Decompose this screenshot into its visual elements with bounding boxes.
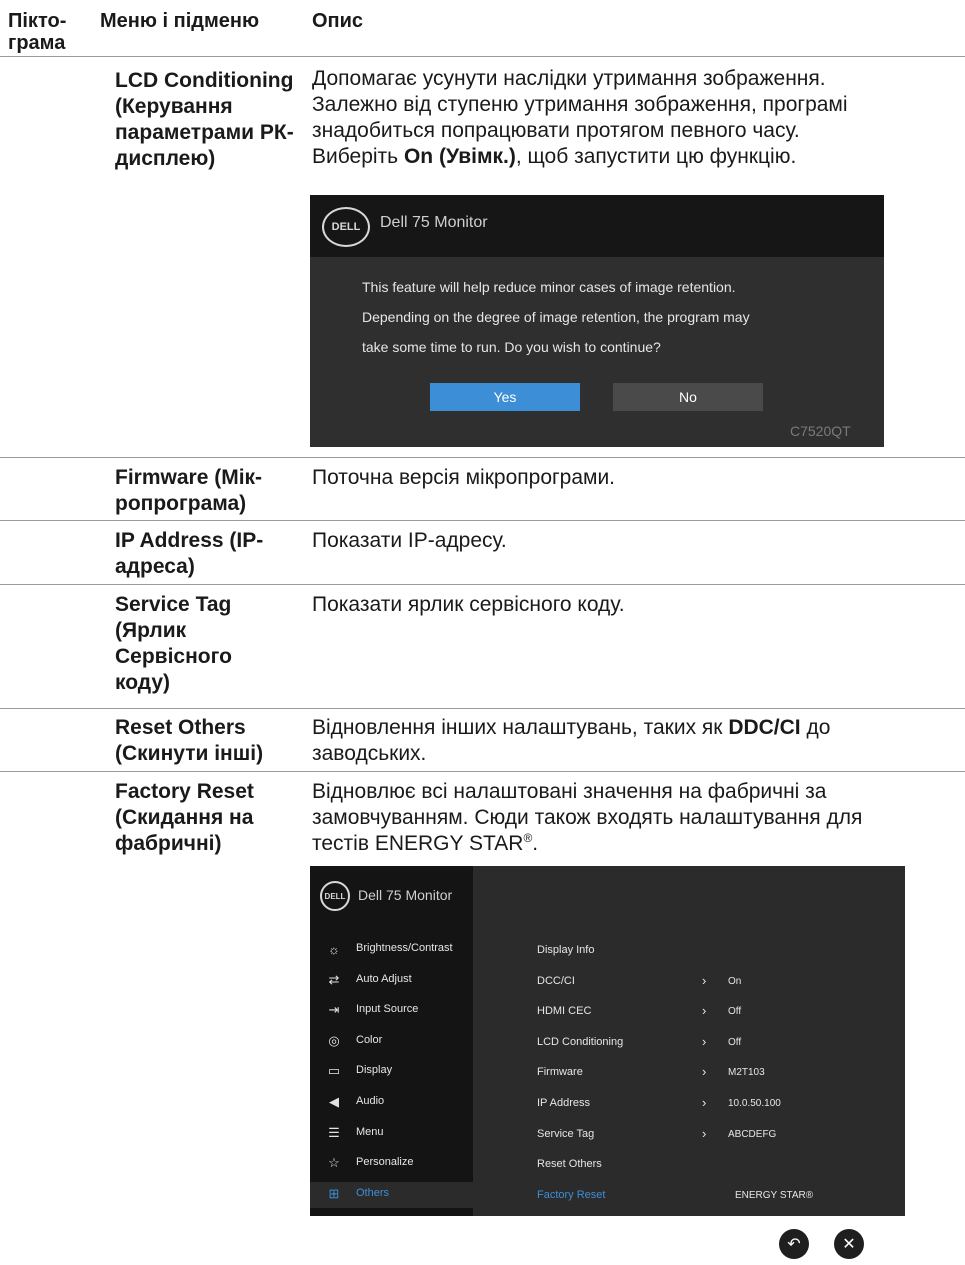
dell-logo: DELL xyxy=(320,881,350,911)
menu-firmware: Firmware (Мік-ропрограма) xyxy=(115,466,263,515)
osd-menu-screenshot: DELL Dell 75 Monitor ☼ Brightness/Contras… xyxy=(310,866,905,1216)
back-button[interactable]: ↶ xyxy=(779,1229,809,1259)
no-button[interactable]: No xyxy=(613,383,763,411)
osd-menu-label: Brightness/Contrast xyxy=(356,942,453,954)
row-divider xyxy=(0,708,965,709)
chevron-right-icon: › xyxy=(702,1095,707,1110)
osd-menu-item[interactable]: ⊞ Others xyxy=(310,1181,473,1208)
osd-menu-item[interactable]: ☆ Personalize xyxy=(310,1151,473,1177)
desc-lcd-conditioning: Допомагає усунути наслідки утримання зоб… xyxy=(312,67,848,168)
osd-submenu-item[interactable]: Firmware xyxy=(537,1066,583,1078)
osd-menu-item[interactable]: ▭ Display xyxy=(310,1059,473,1085)
osd-menu-item[interactable]: ☰ Menu xyxy=(310,1121,473,1147)
desc-reset-others: Відновлення інших налаштувань, таких як … xyxy=(312,716,831,765)
osd-submenu-item[interactable]: LCD Conditioning xyxy=(537,1036,623,1048)
osd-submenu-item[interactable]: HDMI CEC xyxy=(537,1005,591,1017)
col-header-icon: Пікто- грама xyxy=(8,10,67,54)
dialog-line-3: take some time to run. Do you wish to co… xyxy=(362,339,661,355)
desc-firmware: Поточна версія мікропрограми. xyxy=(312,466,616,489)
dialog-title: Dell 75 Monitor xyxy=(380,214,488,231)
chevron-right-icon: › xyxy=(702,1125,707,1141)
osd-submenu-value: Off xyxy=(728,1006,742,1018)
osd-menu-item[interactable]: ⇥ Input Source xyxy=(310,998,473,1024)
menu-factory-reset: Factory Reset (Скидання на фабричні) xyxy=(115,780,254,855)
desc-ip-address: Показати IP-адресу. xyxy=(312,529,507,552)
osd-submenu-item[interactable]: DCC/CI xyxy=(537,975,575,987)
yes-button[interactable]: Yes xyxy=(430,383,580,411)
dell-logo: DELL xyxy=(322,207,370,247)
chevron-right-icon: › xyxy=(702,1003,707,1019)
osd-submenu-value: Off xyxy=(728,1036,742,1048)
auto-adjust-icon: ⇄ xyxy=(328,971,340,987)
chevron-right-icon: › xyxy=(702,1033,707,1049)
chevron-right-icon: › xyxy=(702,972,707,988)
others-icon: ⊞ xyxy=(328,1185,340,1201)
personalize-icon: ☆ xyxy=(328,1155,340,1171)
osd-menu-label: Auto Adjust xyxy=(356,972,412,985)
menu-service-tag: Service Tag (Ярлик Сервісного коду) xyxy=(115,593,232,694)
audio-icon: ◀ xyxy=(329,1094,339,1109)
lcd-conditioning-dialog: DELL Dell 75 Monitor This feature will h… xyxy=(310,195,884,447)
menu-icon: ☰ xyxy=(328,1124,340,1140)
osd-menu-label: Others xyxy=(356,1186,390,1199)
desc-service-tag: Показати ярлик сервісного коду. xyxy=(312,593,625,616)
osd-submenu-item[interactable]: IP Address xyxy=(537,1097,590,1109)
col-header-menu: Меню і підменю xyxy=(100,10,260,32)
dialog-line-2: Depending on the degree of image retenti… xyxy=(362,309,750,325)
osd-submenu-value: ENERGY STAR® xyxy=(735,1189,814,1201)
osd-submenu-item[interactable]: Factory Reset xyxy=(537,1189,605,1201)
osd-menu-item[interactable]: ☼ Brightness/Contrast xyxy=(310,937,473,963)
osd-submenu-item[interactable]: Reset Others xyxy=(537,1158,602,1170)
osd-menu-label: Color xyxy=(356,1033,383,1046)
osd-left-panel: DELL Dell 75 Monitor ☼ Brightness/Contras… xyxy=(310,866,473,1216)
menu-ip-address: IP Address (IP-адреса) xyxy=(115,529,264,578)
close-icon: ✕ xyxy=(842,1236,856,1253)
back-icon: ↶ xyxy=(787,1236,801,1253)
menu-lcd-conditioning: LCD Conditioning (Керування параметрами … xyxy=(115,69,294,170)
display-icon: ▭ xyxy=(327,1063,341,1079)
osd-submenu-value: ABCDEFG xyxy=(728,1128,777,1140)
col-header-desc: Опис xyxy=(312,10,364,32)
dialog-header: DELL Dell 75 Monitor xyxy=(310,195,884,257)
osd-submenu-value: On xyxy=(728,975,742,987)
desc-factory-reset: Відновлює всі налаштовані значення на фа… xyxy=(312,780,863,855)
close-button[interactable]: ✕ xyxy=(834,1229,864,1259)
osd-menu-label: Audio xyxy=(356,1095,385,1107)
chevron-right-icon: › xyxy=(702,1064,707,1080)
row-divider xyxy=(0,771,965,772)
input-source-icon: ⇥ xyxy=(328,1002,340,1018)
osd-submenu-value: 10.0.50.100 xyxy=(728,1098,781,1109)
osd-menu-item[interactable]: ⇄ Auto Adjust xyxy=(310,968,473,994)
model-label: C7520QT xyxy=(790,423,851,439)
dialog-line-1: This feature will help reduce minor case… xyxy=(362,279,736,295)
osd-submenu-item[interactable]: Service Tag xyxy=(537,1128,594,1140)
osd-menu-label: Display xyxy=(356,1064,393,1077)
osd-menu-item[interactable]: ◀ Audio xyxy=(310,1090,473,1116)
osd-menu-label: Input Source xyxy=(356,1003,419,1016)
osd-menu-label: Personalize xyxy=(356,1156,414,1169)
row-divider xyxy=(0,520,965,521)
osd-menu-label: Menu xyxy=(356,1125,384,1138)
row-divider xyxy=(0,457,965,458)
brightness-icon: ☼ xyxy=(328,941,340,957)
menu-reset-others: Reset Others (Скинути інші) xyxy=(115,716,264,765)
osd-submenu-item[interactable]: Display Info xyxy=(537,944,594,956)
osd-menu-item[interactable]: ◎ Color xyxy=(310,1029,473,1055)
osd-submenu-value: M2T103 xyxy=(728,1067,765,1079)
row-divider xyxy=(0,584,965,585)
color-icon: ◎ xyxy=(328,1032,340,1048)
header-divider xyxy=(0,56,965,57)
osd-title: Dell 75 Monitor xyxy=(358,887,453,903)
